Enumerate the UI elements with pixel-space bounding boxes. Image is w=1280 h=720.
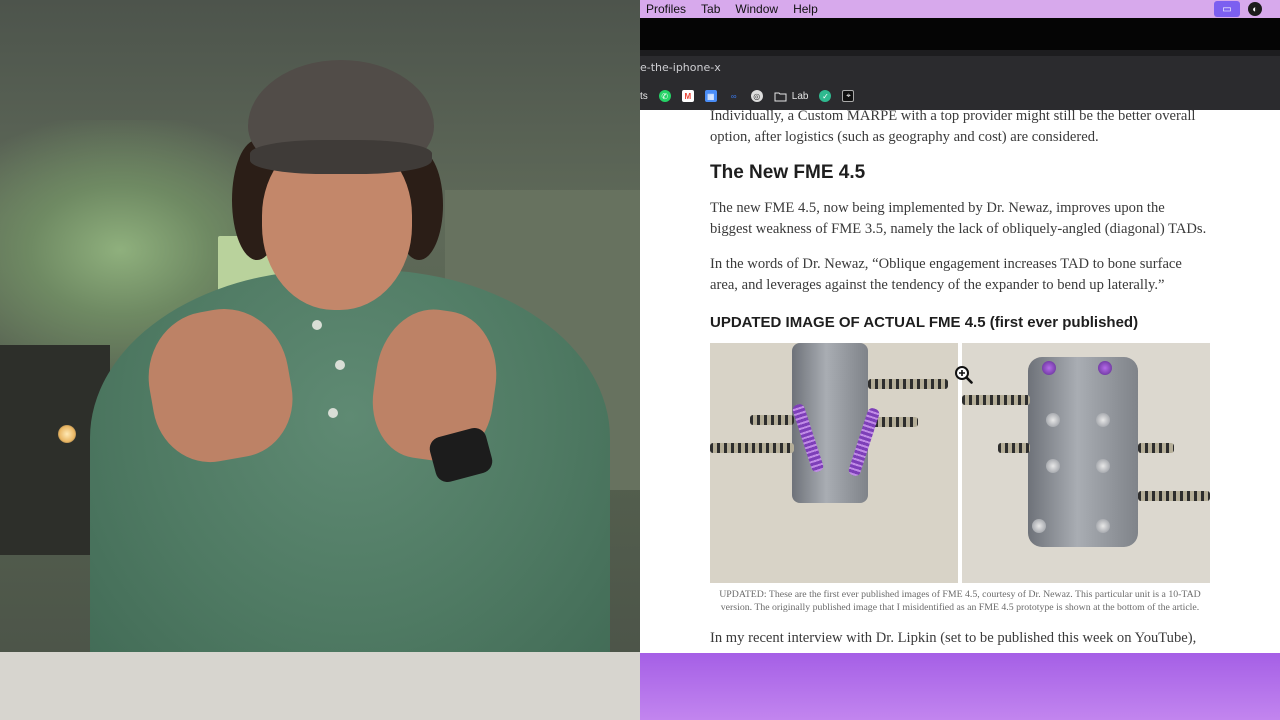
address-bar-url[interactable]: e-the-iphone-x [640,61,721,74]
menu-profiles[interactable]: Profiles [640,0,695,18]
expander-gem [1098,361,1112,375]
expander-bolt [1096,459,1110,473]
presenter-cap-brim [250,140,432,174]
circle-icon: ◎ [750,90,763,102]
menu-window[interactable]: Window [729,0,787,18]
bookmark-truncated[interactable]: ts [640,91,648,102]
whatsapp-icon: ✆ [658,90,671,102]
browser-tab-strip [640,18,1280,50]
address-bar[interactable]: e-the-iphone-x [640,50,1280,82]
bookmark-circle[interactable]: ◎ [750,90,763,102]
check-circle-icon: ✓ [819,90,832,102]
fme-photo-left[interactable] [710,343,958,583]
bookmark-check[interactable]: ✓ [819,90,832,102]
expander-body [1028,357,1138,547]
mac-menubar: Profiles Tab Window Help ▭ ◐ [640,0,1280,18]
expander-screw [868,379,948,389]
menu-help[interactable]: Help [787,0,827,18]
folder-icon [774,92,787,101]
webcam-feed [0,0,640,720]
fme-photo-right[interactable] [962,343,1210,583]
article-intro: Individually, a Custom MARPE with a top … [710,110,1196,145]
expander-bolt [1046,459,1060,473]
background-lamp [58,425,76,443]
fme-figure[interactable] [710,343,1210,583]
article-page: Individually, a Custom MARPE with a top … [640,110,1280,653]
zoom-in-cursor-icon [955,366,973,384]
article-paragraph: In the words of Dr. Newaz, “Oblique enga… [710,256,1182,293]
bookmark-gmail[interactable]: M [681,90,694,102]
gmail-icon: M [681,90,694,102]
desk-surface [0,652,640,720]
bookmarks-bar: ts ✆ M ▦ ∞ ◎ Lab ✓ ⌖ [640,82,1280,110]
target-icon: ⌖ [842,90,855,102]
sweater-button [335,360,345,370]
expander-bolt [1096,413,1110,427]
article-content: Individually, a Custom MARPE with a top … [710,110,1210,653]
app-tray-icon[interactable]: ◐ [1248,2,1262,16]
figure-caption: UPDATED: These are the first ever publis… [719,589,1201,613]
article-paragraph: In my recent interview with Dr. Lipkin (… [710,630,1197,653]
bookmark-target[interactable]: ⌖ [842,90,855,102]
expander-bolt [1032,519,1046,533]
expander-bolt [1046,413,1060,427]
expander-gem [1042,361,1056,375]
menu-tab[interactable]: Tab [695,0,729,18]
expander-bolt [1096,519,1110,533]
expander-screw [962,395,1030,405]
link-icon: ∞ [730,91,737,101]
image-subheading: UPDATED IMAGE OF ACTUAL FME 4.5 (first e… [710,314,1139,331]
bookmark-label: ts [640,90,648,102]
screen-share: Profiles Tab Window Help ▭ ◐ e-the-iphon… [640,0,1280,720]
bookmark-calendar[interactable]: ▦ [704,90,717,102]
expander-screw [1138,491,1210,501]
expander-screw [1138,443,1174,453]
calendar-icon: ▦ [704,90,717,102]
purple-backdrop [640,653,1280,720]
screen-share-tray-icon[interactable]: ▭ [1214,1,1240,17]
bookmark-folder-lab[interactable]: Lab [774,90,809,102]
bookmark-whatsapp[interactable]: ✆ [658,90,671,102]
sweater-button [328,408,338,418]
section-heading: The New FME 4.5 [710,162,866,183]
bookmark-link[interactable]: ∞ [728,90,740,102]
menubar-tray: ▭ ◐ [1214,0,1280,18]
sweater-button [312,320,322,330]
expander-screw [710,443,794,453]
expander-screw [998,443,1030,453]
bookmark-label: Lab [791,90,809,102]
article-paragraph: The new FME 4.5, now being implemented b… [710,200,1207,237]
expander-screw [750,415,794,425]
